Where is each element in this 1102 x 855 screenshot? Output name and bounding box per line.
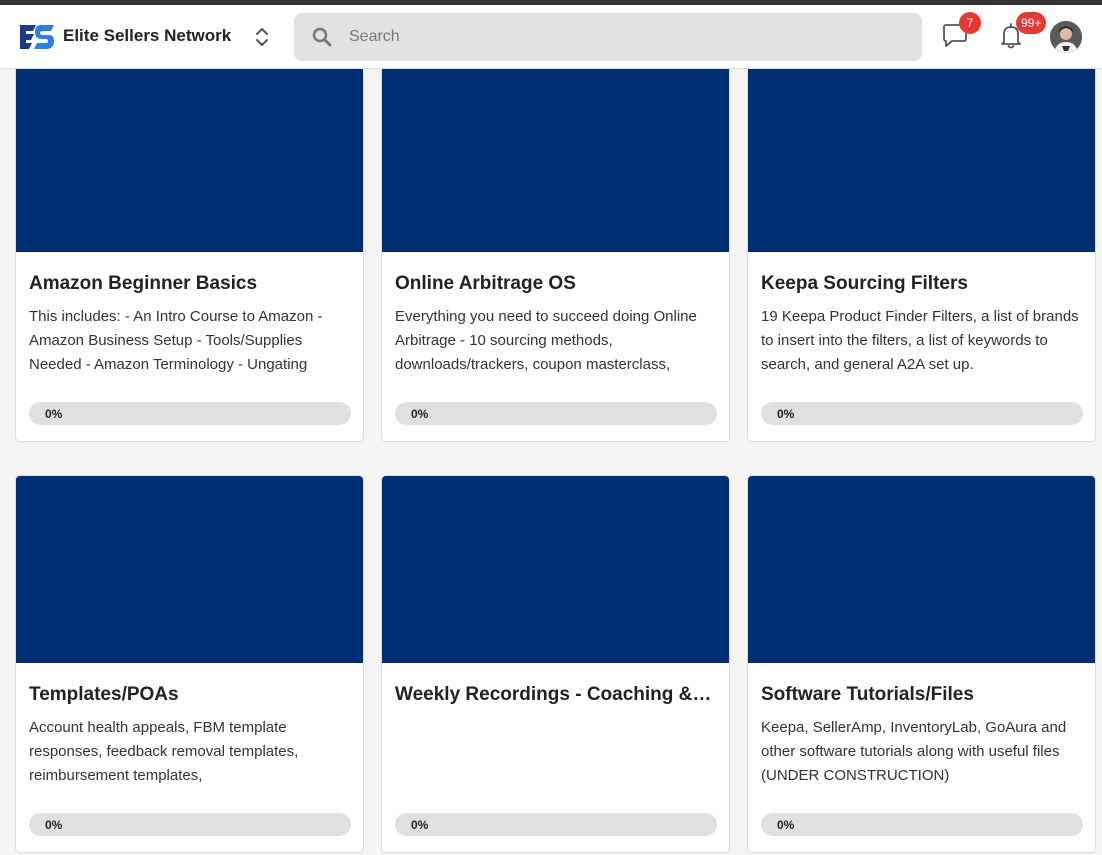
search-bar[interactable]	[294, 13, 922, 61]
course-thumbnail	[16, 59, 363, 252]
course-progress-label: 0%	[45, 818, 63, 832]
course-thumbnail	[748, 59, 1095, 252]
brand-name[interactable]: Elite Sellers Network	[63, 26, 231, 46]
course-progress-label: 0%	[411, 407, 429, 421]
course-title: Keepa Sourcing Filters	[761, 273, 968, 294]
course-description: 19 Keepa Product Finder Filters, a list …	[761, 308, 1079, 373]
course-title: Software Tutorials/Files	[761, 684, 974, 705]
course-progress-bar: 0%	[395, 813, 717, 836]
user-avatar[interactable]	[1050, 21, 1082, 53]
search-icon	[312, 27, 332, 47]
course-card[interactable]: Amazon Beginner Basics This includes: - …	[15, 58, 364, 442]
course-progress-label: 0%	[411, 818, 429, 832]
course-card[interactable]: Templates/POAs Account health appeals, F…	[15, 475, 364, 853]
avatar-photo-icon	[1050, 21, 1082, 53]
course-title: Templates/POAs	[29, 684, 179, 705]
course-progress-label: 0%	[777, 407, 795, 421]
course-title: Online Arbitrage OS	[395, 273, 576, 294]
course-thumbnail	[382, 59, 729, 252]
course-description: This includes: - An Intro Course to Amaz…	[29, 308, 323, 373]
course-progress-bar: 0%	[395, 402, 717, 425]
top-bar: Elite Sellers Network 7 99+	[0, 5, 1102, 69]
chevron-up-down-icon[interactable]	[252, 25, 272, 49]
course-progress-bar: 0%	[761, 402, 1083, 425]
course-card[interactable]: Software Tutorials/Files Keepa, SellerAm…	[747, 475, 1096, 853]
search-input[interactable]	[349, 13, 909, 61]
course-card[interactable]: Online Arbitrage OS Everything you need …	[381, 58, 730, 442]
course-thumbnail	[382, 476, 729, 663]
course-description	[395, 716, 717, 788]
course-description: Account health appeals, FBM template res…	[29, 719, 299, 784]
course-thumbnail	[16, 476, 363, 663]
course-progress-label: 0%	[777, 818, 795, 832]
course-title: Amazon Beginner Basics	[29, 273, 258, 294]
course-thumbnail	[748, 476, 1095, 663]
course-description: Everything you need to succeed doing Onl…	[395, 308, 697, 373]
notifications-badge: 99+	[1016, 12, 1047, 34]
course-title: Weekly Recordings - Coaching & …	[395, 684, 715, 705]
course-progress-bar: 0%	[761, 813, 1083, 836]
course-progress-label: 0%	[45, 407, 63, 421]
messages-badge: 7	[959, 12, 981, 34]
course-card[interactable]: Weekly Recordings - Coaching & … 0%	[381, 475, 730, 853]
brand-logo-icon[interactable]	[16, 21, 56, 53]
course-progress-bar: 0%	[29, 402, 351, 425]
course-description: Keepa, SellerAmp, InventoryLab, GoAura a…	[761, 719, 1067, 784]
course-progress-bar: 0%	[29, 813, 351, 836]
course-card[interactable]: Keepa Sourcing Filters 19 Keepa Product …	[747, 58, 1096, 442]
